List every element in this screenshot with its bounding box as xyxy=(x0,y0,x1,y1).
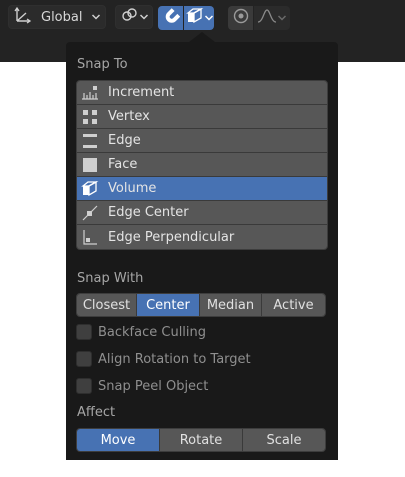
pivot-point-dropdown[interactable] xyxy=(115,5,153,29)
snap-with-closest[interactable]: Closest xyxy=(77,294,137,316)
increment-icon xyxy=(80,83,100,103)
snap-item-label: Edge xyxy=(108,133,141,148)
snap-item-label: Increment xyxy=(108,85,175,100)
proportional-editing-controls xyxy=(228,5,290,31)
affect-rotate[interactable]: Rotate xyxy=(160,429,243,451)
align-rotation-checkbox[interactable] xyxy=(76,351,92,367)
edge-center-icon xyxy=(80,203,100,223)
checkbox-label: Snap Peel Object xyxy=(98,378,209,394)
backface-culling-option[interactable]: Backface Culling xyxy=(76,322,206,342)
snap-with-active[interactable]: Active xyxy=(262,294,325,316)
affect-heading: Affect xyxy=(77,405,116,420)
snap-item-label: Face xyxy=(108,157,138,172)
snap-item-edge-center[interactable]: Edge Center xyxy=(77,201,327,225)
snap-item-label: Edge Perpendicular xyxy=(108,229,235,245)
snap-item-edge-perpendicular[interactable]: Edge Perpendicular xyxy=(77,225,327,249)
snap-item-label: Edge Center xyxy=(108,205,189,220)
snap-toggle-button[interactable] xyxy=(158,6,183,30)
chevron-down-icon xyxy=(277,11,287,26)
snap-element-dropdown[interactable] xyxy=(184,6,214,30)
snap-peel-object-checkbox[interactable] xyxy=(76,378,92,394)
snap-item-label: Vertex xyxy=(108,109,150,124)
snap-item-face[interactable]: Face xyxy=(77,153,327,177)
falloff-curve-icon xyxy=(257,7,277,29)
affect-selector: Move Rotate Scale xyxy=(76,428,326,452)
chevron-down-icon xyxy=(91,10,101,25)
proportional-editing-toggle[interactable] xyxy=(228,6,253,30)
snap-with-center[interactable]: Center xyxy=(137,294,200,316)
snap-to-list: Increment Vertex Edge Face Volume Edge C… xyxy=(76,80,328,250)
transform-orientation-icon xyxy=(13,6,33,28)
popup-pointer xyxy=(189,32,215,42)
chevron-down-icon xyxy=(139,10,149,25)
checkbox-label: Align Rotation to Target xyxy=(98,351,251,367)
snap-item-increment[interactable]: Increment xyxy=(77,81,327,105)
align-rotation-option[interactable]: Align Rotation to Target xyxy=(76,349,251,369)
proportional-editing-icon xyxy=(232,7,250,29)
orientation-label: Global xyxy=(41,9,83,25)
edge-perpendicular-icon xyxy=(80,227,100,247)
snapping-controls xyxy=(158,5,214,31)
snapping-popover: Snap To Increment Vertex Edge Face Volum… xyxy=(66,42,338,460)
snap-to-heading: Snap To xyxy=(77,57,128,72)
checkbox-label: Backface Culling xyxy=(98,324,207,340)
snap-with-heading: Snap With xyxy=(77,271,144,286)
affect-move[interactable]: Move xyxy=(77,429,160,451)
volume-cube-icon xyxy=(186,7,204,29)
snap-with-selector: Closest Center Median Active xyxy=(76,293,326,317)
snap-with-median[interactable]: Median xyxy=(200,294,262,316)
face-icon xyxy=(80,155,100,175)
snap-item-volume[interactable]: Volume xyxy=(77,177,327,201)
affect-scale[interactable]: Scale xyxy=(243,429,325,451)
snap-item-label: Volume xyxy=(108,181,157,196)
snap-peel-object-option[interactable]: Snap Peel Object xyxy=(76,376,208,396)
falloff-dropdown[interactable] xyxy=(254,6,290,30)
snap-item-edge[interactable]: Edge xyxy=(77,129,327,153)
snap-item-vertex[interactable]: Vertex xyxy=(77,105,327,129)
backface-culling-checkbox[interactable] xyxy=(76,324,92,340)
chevron-down-icon xyxy=(204,11,214,26)
edge-icon xyxy=(80,131,100,151)
transform-orientation-dropdown[interactable]: Global xyxy=(8,5,106,29)
pivot-point-icon xyxy=(119,6,139,28)
magnet-snap-icon xyxy=(162,7,180,29)
vertex-icon xyxy=(80,107,100,127)
volume-icon xyxy=(80,179,100,199)
